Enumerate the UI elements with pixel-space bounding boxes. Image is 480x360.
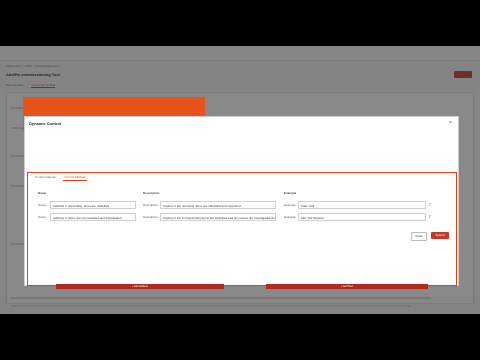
- dialog-body: [25, 131, 458, 171]
- example-label: Example: [284, 215, 296, 219]
- column-header-description: Description: [143, 191, 160, 195]
- tab-control-attribute[interactable]: Control Attribute: [63, 174, 87, 181]
- stepper-icon[interactable]: ⇳: [428, 214, 431, 219]
- close-icon[interactable]: ×: [449, 120, 452, 126]
- column-header-name: Name: [38, 191, 47, 195]
- attribute-panel: Control Adjuster Control Attribute Name …: [27, 172, 457, 289]
- add-row-button[interactable]: + Add Row: [266, 284, 428, 289]
- description-field[interactable]: Capture if the recording items are class…: [160, 201, 276, 209]
- name-label: Name: [38, 215, 47, 219]
- description-field[interactable]: Capture if the corresponding items are c…: [160, 213, 276, 221]
- description-label: Description: [143, 203, 159, 207]
- add-attribute-button[interactable]: + Add Attribute: [56, 284, 224, 289]
- attribute-row: Name Attribute 1: Recording, items are c…: [28, 201, 456, 210]
- dialog-header: Dynamic Control ×: [25, 117, 458, 132]
- attribute-row: Name Attribute 2: Items are not classifi…: [28, 213, 456, 222]
- example-field[interactable]: Met, Not Needed: [298, 213, 426, 221]
- name-field[interactable]: Attribute 2: Items are not classified an…: [50, 213, 136, 221]
- dialog-title: Dynamic Control: [29, 121, 62, 126]
- stepper-icon[interactable]: ⇳: [428, 202, 431, 207]
- dialog-tabs: Control Adjuster Control Attribute: [34, 174, 87, 181]
- description-label: Description: [143, 215, 159, 219]
- column-header-example: Example: [284, 191, 297, 195]
- name-field[interactable]: Attribute 1: Recording, items are classi…: [50, 201, 136, 209]
- screen: Observation > AMC > Rule/Engagement Add/…: [0, 46, 480, 314]
- submit-button[interactable]: Submit: [431, 232, 449, 239]
- close-button[interactable]: Close: [411, 232, 427, 241]
- example-label: Example: [284, 203, 296, 207]
- tab-control-adjuster[interactable]: Control Adjuster: [34, 174, 57, 181]
- dynamic-control-dialog: Dynamic Control × Control Adjuster Contr…: [24, 116, 459, 289]
- example-field[interactable]: Pass, Fail: [298, 201, 426, 209]
- name-label: Name: [38, 203, 47, 207]
